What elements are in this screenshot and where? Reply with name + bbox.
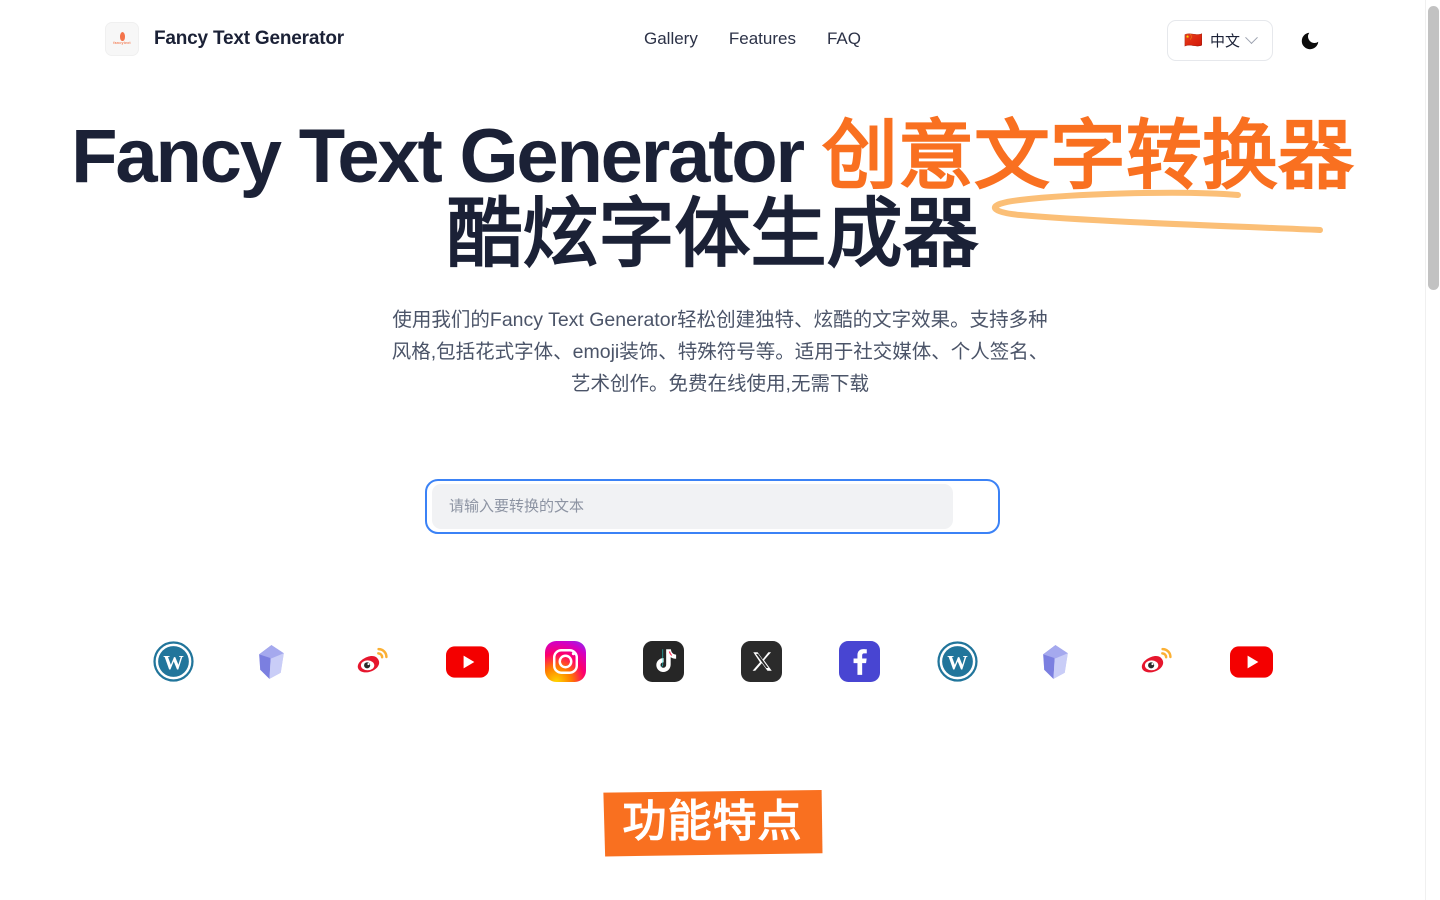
features-heading: 功能特点 <box>603 790 823 857</box>
page-title: Fancy Text Generator 创意文字转换器 酷炫字体生成器 <box>0 118 1425 273</box>
moon-icon <box>1301 32 1319 49</box>
instagram-icon[interactable] <box>544 640 587 683</box>
brand[interactable]: fancytext Fancy Text Generator <box>105 22 344 56</box>
brand-logo-icon: fancytext <box>105 22 139 56</box>
logo-flame-mark <box>119 32 125 42</box>
main-nav: Gallery Features FAQ <box>644 29 861 49</box>
tiktok-icon[interactable] <box>642 640 685 683</box>
sketch-icon[interactable] <box>1034 640 1077 683</box>
hero-title-en: Fancy Text Generator <box>71 114 822 199</box>
chevron-down-icon <box>1245 31 1258 45</box>
text-converter-input[interactable] <box>432 484 953 529</box>
svg-text:W: W <box>163 652 184 674</box>
hero-title-accent: 创意文字转换器 <box>821 114 1354 199</box>
weibo-icon[interactable] <box>348 640 391 683</box>
wordpress-icon[interactable]: W <box>152 640 195 683</box>
nav-item-gallery[interactable]: Gallery <box>644 29 698 49</box>
svg-text:W: W <box>947 652 968 674</box>
language-label: 中文 <box>1209 33 1240 50</box>
logo-wordmark: fancytext <box>113 41 131 46</box>
page-root: fancytext Fancy Text Generator Gallery F… <box>0 0 1440 900</box>
china-flag-icon: 🇨🇳 <box>1184 32 1203 49</box>
site-header: fancytext Fancy Text Generator Gallery F… <box>0 0 1425 81</box>
language-selector[interactable]: 🇨🇳 中文 <box>1167 20 1273 61</box>
youtube-icon[interactable] <box>446 640 489 683</box>
page-scrollbar[interactable] <box>1425 0 1440 900</box>
x-icon[interactable] <box>740 640 783 683</box>
nav-item-faq[interactable]: FAQ <box>827 29 861 49</box>
weibo-icon[interactable] <box>1132 640 1175 683</box>
header-actions: 🇨🇳 中文 <box>1167 20 1325 61</box>
social-platform-strip: W W <box>0 640 1425 683</box>
brand-name: Fancy Text Generator <box>154 28 344 49</box>
youtube-icon[interactable] <box>1230 640 1273 683</box>
nav-item-features[interactable]: Features <box>729 29 796 49</box>
sketch-icon[interactable] <box>250 640 293 683</box>
features-section-header: 功能特点 <box>0 790 1425 857</box>
hero-section: Fancy Text Generator 创意文字转换器 酷炫字体生成器 <box>0 118 1425 273</box>
wordpress-icon[interactable]: W <box>936 640 979 683</box>
facebook-icon[interactable] <box>838 640 881 683</box>
hero-description: 使用我们的Fancy Text Generator轻松创建独特、炫酷的文字效果。… <box>391 309 1049 395</box>
text-converter-input-wrapper[interactable] <box>425 479 1000 534</box>
scrollbar-thumb[interactable] <box>1428 6 1439 290</box>
hero-title-line2: 酷炫字体生成器 <box>446 191 979 277</box>
dark-mode-toggle[interactable] <box>1295 26 1325 56</box>
